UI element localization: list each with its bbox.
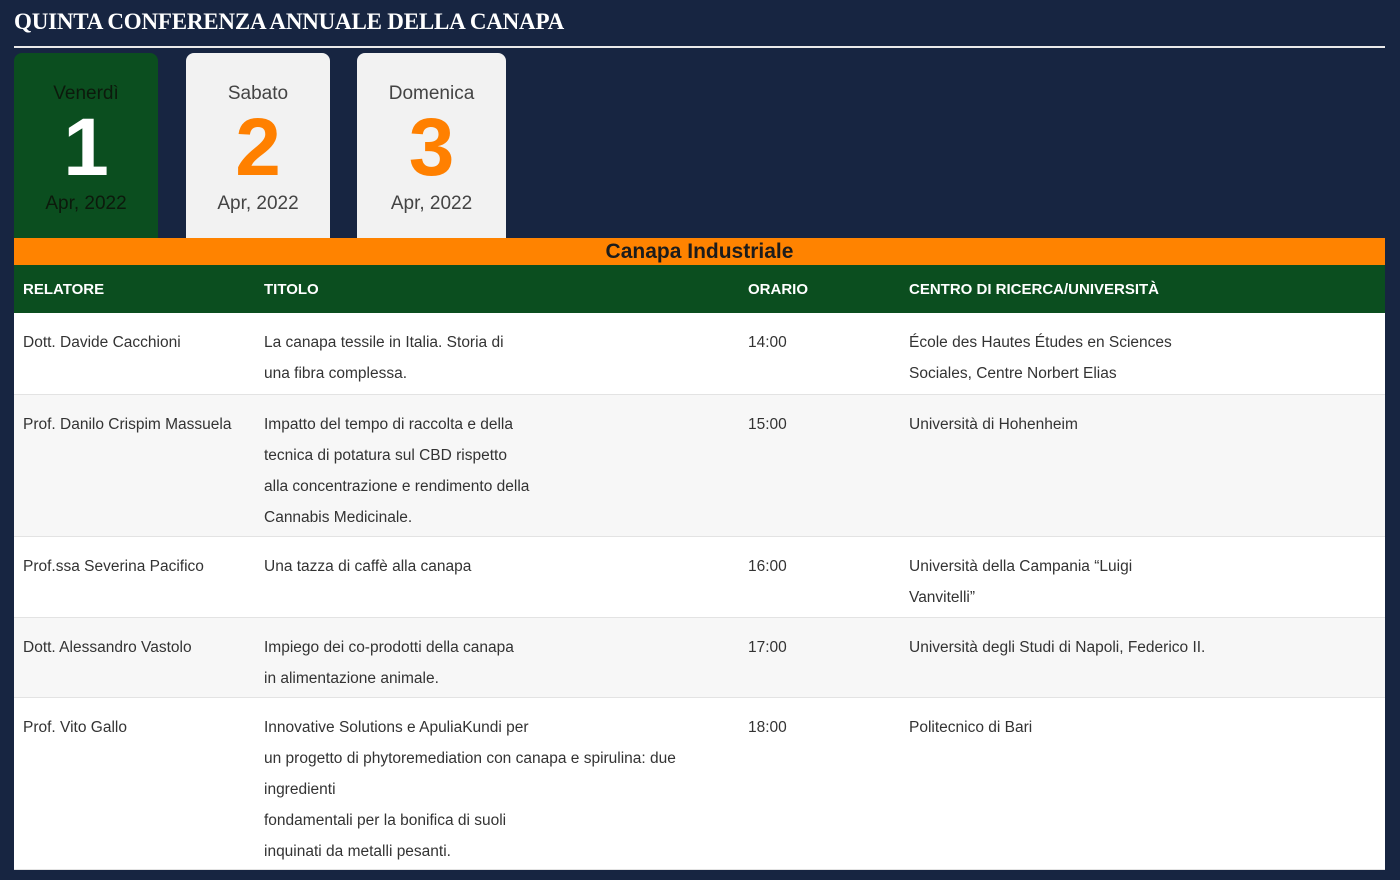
cell-center: École des Hautes Études en Sciences Soci… <box>900 313 1385 394</box>
title-line: Innovative Solutions e ApuliaKundi per <box>264 718 529 736</box>
title-line: un progetto di phytoremediation con cana… <box>264 749 676 767</box>
cell-title: La canapa tessile in Italia. Storia di u… <box>255 313 739 394</box>
cell-center: Università della Campania “Luigi Vanvite… <box>900 536 1385 617</box>
center-text: Università di Hohenheim <box>909 415 1078 433</box>
title-line: inquinati da metalli pesanti. <box>264 842 451 860</box>
center-text: École des Hautes Études en Sciences Soci… <box>909 334 1172 382</box>
center-text: Politecnico di Bari <box>909 718 1033 736</box>
day-tab-month: Apr, 2022 <box>217 193 299 214</box>
page-title: QUINTA CONFERENZA ANNUALE DELLA CANAPA <box>14 9 565 34</box>
table-row: Prof.ssa Severina Pacifico Una tazza di … <box>14 536 1385 617</box>
day-tab-number: 2 <box>235 102 281 193</box>
title-line: alla concentrazione e rendimento della <box>264 477 530 495</box>
cell-time: 14:00 <box>748 334 787 351</box>
center-text: Università degli Studi di Napoli, Federi… <box>909 638 1206 656</box>
cell-time: 17:00 <box>748 638 787 656</box>
title-line: Impiego dei co-prodotti della canapa <box>264 638 514 656</box>
title-line: tecnica di potatura sul CBD rispetto <box>264 446 507 464</box>
table-row: Prof. Vito Gallo Innovative Solutions e … <box>14 697 1385 869</box>
title-line: ingredienti <box>264 780 336 798</box>
cell-center: Politecnico di Bari <box>900 697 1385 869</box>
cell-title: Impatto del tempo di raccolta e della te… <box>255 394 739 536</box>
track-title: Canapa Industriale <box>14 238 1385 265</box>
title-line: Impatto del tempo di raccolta e della <box>264 415 513 433</box>
cell-speaker: Prof.ssa Severina Pacifico <box>23 557 204 575</box>
title-line: Cannabis Medicinale. <box>264 508 413 526</box>
cell-center: Università degli Studi di Napoli, Federi… <box>900 617 1385 697</box>
title-line: Una tazza di caffè alla canapa <box>264 557 472 575</box>
table-row: Dott. Davide Cacchioni La canapa tessile… <box>14 313 1385 394</box>
cell-time: 15:00 <box>748 415 787 433</box>
day-tab-number: 3 <box>408 102 455 193</box>
schedule-table: Relatore Titolo Orario Centro di Ricerca… <box>14 265 1385 870</box>
table-header-row: Relatore Titolo Orario Centro di Ricerca… <box>14 265 1385 313</box>
cell-speaker: Dott. Davide Cacchioni <box>23 334 181 351</box>
title-line: una fibra complessa. <box>264 365 408 382</box>
title-line: fondamentali per la bonifica di suoli <box>264 811 507 829</box>
day-tab-2[interactable]: Sabato 2 Apr, 2022 <box>186 53 330 238</box>
cell-title: Impiego dei co-prodotti della canapa in … <box>255 617 739 697</box>
day-tab-month: Apr, 2022 <box>45 193 127 214</box>
header-title: Titolo <box>264 280 319 298</box>
cell-speaker: Prof. Vito Gallo <box>23 718 127 736</box>
day-tab-1[interactable]: Venerdì 1 Apr, 2022 <box>14 53 158 238</box>
cell-speaker: Prof. Danilo Crispim Massuela <box>23 415 232 433</box>
cell-speaker: Dott. Alessandro Vastolo <box>23 638 192 656</box>
center-text: Università della Campania “Luigi Vanvite… <box>909 557 1133 606</box>
day-tab-number: 1 <box>63 102 109 193</box>
header-speaker: Relatore <box>23 280 105 298</box>
cell-time: 18:00 <box>748 718 787 736</box>
cell-title: Una tazza di caffè alla canapa <box>255 536 739 617</box>
header-time: Orario <box>748 280 808 298</box>
day-tab-month: Apr, 2022 <box>390 193 473 214</box>
cell-time: 16:00 <box>748 557 787 575</box>
table-row: Dott. Alessandro Vastolo Impiego dei co-… <box>14 617 1385 697</box>
day-tab-3[interactable]: Domenica 3 Apr, 2022 <box>357 53 506 238</box>
header-center: Centro di Ricerca/Università <box>909 280 1160 298</box>
cell-title: Innovative Solutions e ApuliaKundi per u… <box>255 697 739 869</box>
title-line: in alimentazione animale. <box>264 669 439 687</box>
cell-center: Università di Hohenheim <box>900 394 1385 536</box>
table-row: Prof. Danilo Crispim Massuela Impatto de… <box>14 394 1385 536</box>
title-divider <box>14 46 1385 48</box>
title-line: La canapa tessile in Italia. Storia di <box>264 334 504 351</box>
